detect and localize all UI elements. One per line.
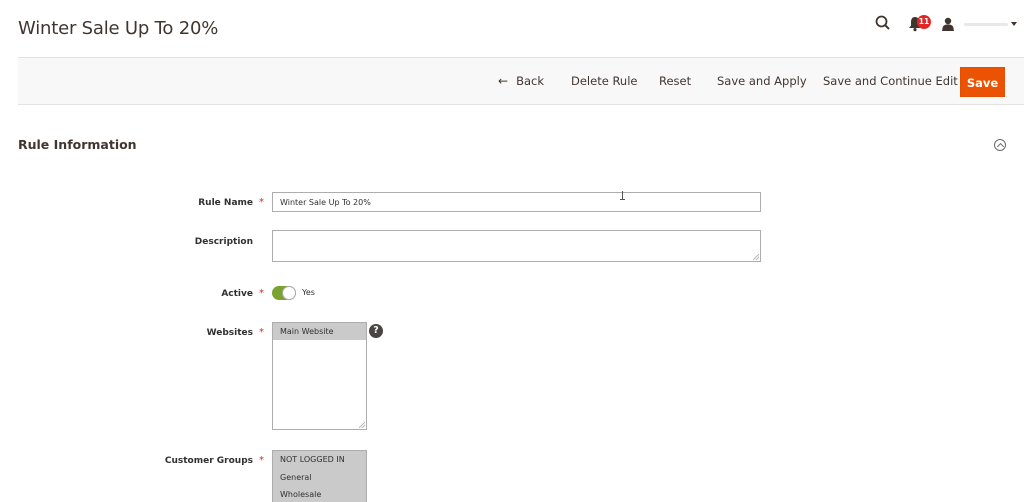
- required-star: *: [259, 197, 264, 208]
- required-star: *: [259, 288, 264, 299]
- notifications-button[interactable]: 11: [908, 13, 934, 35]
- required-star: *: [259, 327, 264, 338]
- rule-name-label: Rule Name: [198, 198, 253, 208]
- page-header: Winter Sale Up To 20% 11: [0, 0, 1024, 57]
- help-icon[interactable]: ?: [369, 324, 383, 338]
- save-button[interactable]: Save: [960, 67, 1005, 97]
- rule-name-input[interactable]: [272, 192, 761, 212]
- text-cursor-icon: [620, 191, 625, 200]
- websites-label: Websites: [206, 328, 253, 338]
- save-and-continue-button[interactable]: Save and Continue Edit: [823, 58, 958, 105]
- section-title[interactable]: Rule Information: [18, 137, 137, 152]
- search-icon[interactable]: [874, 14, 892, 32]
- notifications-count-badge: 11: [917, 15, 931, 29]
- resize-handle-icon[interactable]: [359, 422, 365, 428]
- arrow-left-icon: ←: [498, 74, 509, 88]
- page-actions-toolbar: ← Back Delete Rule Reset Save and Apply S…: [18, 57, 1024, 105]
- customer-groups-multiselect[interactable]: NOT LOGGED IN General Wholesale: [272, 450, 367, 502]
- chevron-down-icon: [1011, 22, 1017, 26]
- customer-group-option[interactable]: NOT LOGGED IN: [273, 451, 366, 469]
- description-textarea[interactable]: [272, 230, 761, 262]
- back-button[interactable]: ← Back: [498, 58, 544, 105]
- customer-group-option[interactable]: Wholesale: [273, 486, 366, 502]
- collapse-up-icon[interactable]: [994, 139, 1006, 151]
- websites-multiselect[interactable]: Main Website: [272, 322, 367, 430]
- page-title: Winter Sale Up To 20%: [18, 18, 219, 39]
- save-and-apply-button[interactable]: Save and Apply: [717, 58, 807, 105]
- toggle-knob: [282, 286, 296, 300]
- back-button-label: Back: [516, 74, 544, 88]
- customer-groups-label: Customer Groups: [164, 456, 253, 466]
- user-menu[interactable]: [942, 14, 1024, 34]
- reset-button[interactable]: Reset: [659, 58, 691, 105]
- user-icon: [942, 17, 954, 31]
- required-star: *: [259, 455, 264, 466]
- websites-option[interactable]: Main Website: [273, 323, 366, 340]
- resize-handle-icon[interactable]: [753, 254, 759, 260]
- active-toggle[interactable]: [272, 286, 296, 300]
- delete-rule-button[interactable]: Delete Rule: [571, 58, 637, 105]
- active-toggle-label: Yes: [302, 288, 315, 297]
- active-label: Active: [221, 289, 253, 299]
- user-name: [964, 22, 1008, 26]
- description-label: Description: [194, 237, 253, 247]
- customer-group-option[interactable]: General: [273, 468, 366, 486]
